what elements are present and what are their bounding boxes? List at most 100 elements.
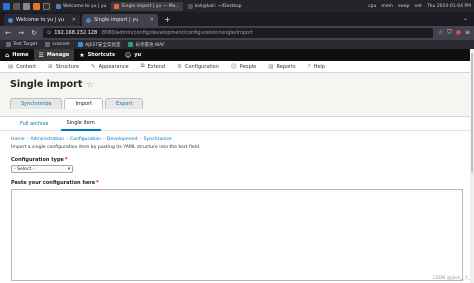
bookmark-icon <box>45 42 51 47</box>
tab-import[interactable]: Import <box>64 98 104 109</box>
bookmark-star-icon[interactable]: ☆ <box>438 29 443 37</box>
bookmark-icon <box>128 42 134 47</box>
subtab-full-archive[interactable]: Full archive <box>14 117 55 131</box>
breadcrumb-link[interactable]: Configuration <box>70 137 101 142</box>
shortcut-star-icon[interactable]: ☆ <box>86 80 93 89</box>
tab-export[interactable]: Export <box>105 98 144 109</box>
bookmark-label: 长亭雷池 WAF <box>135 42 165 48</box>
taskbar-item[interactable]: Welcome to yu | yu <box>53 2 109 11</box>
taskbar-app-icon <box>187 3 193 9</box>
subtab-single-item[interactable]: Single item <box>60 117 101 131</box>
admin-menu-item-label: Reports <box>276 63 296 70</box>
list-tabs-icon[interactable]: ⌄ <box>463 15 468 22</box>
config-type-selected-value: - Select - <box>14 166 35 172</box>
admin-menu-item-label: Extend <box>147 63 166 70</box>
tab-synchronize[interactable]: Synchronize <box>10 98 63 109</box>
taskbar-app-icon <box>56 3 61 9</box>
required-marker: * <box>64 157 68 163</box>
toolbar-item-label: Home <box>12 52 29 58</box>
bookmark-label: AJEST安全实验室 <box>85 42 121 48</box>
browser-tab-label: Welcome to yu | yu <box>16 17 65 23</box>
url-host: 192.168.232.128 <box>54 30 98 36</box>
toolbar-item-shortcuts[interactable]: ★ Shortcuts <box>74 49 120 61</box>
os-top-panel: Welcome to yu | yu Single import | yu — M… <box>0 0 474 12</box>
terminal-icon[interactable] <box>43 2 50 10</box>
new-tab-button[interactable]: + <box>160 14 175 26</box>
admin-menu-item-label: Structure <box>55 63 79 70</box>
breadcrumb-link[interactable]: Synchronize <box>144 137 172 142</box>
panel-indicator-net[interactable]: net <box>415 4 422 9</box>
breadcrumb-link[interactable]: Home <box>11 137 25 142</box>
close-tab-icon[interactable]: ✕ <box>150 17 154 23</box>
taskbar-app-icon <box>114 3 120 9</box>
paste-config-label: Paste your configuration here * <box>11 180 463 186</box>
forward-icon[interactable]: → <box>17 29 25 37</box>
browser-tab[interactable]: Single import | yu ✕ <box>82 14 158 26</box>
admin-menu-item-help[interactable]: ? Help <box>302 61 331 73</box>
bookmark-icon <box>78 42 84 47</box>
admin-menu-item-extend[interactable]: ⧉ Extend <box>135 61 171 73</box>
url-bar[interactable]: ⊙ 192.168.232.128:8080/admin/config/deve… <box>43 28 433 38</box>
secondary-tabs: Full archive Single item <box>0 117 474 131</box>
bookmark-item[interactable]: scanner <box>45 42 70 47</box>
admin-menu-item-content[interactable]: ▤ Content <box>2 61 42 73</box>
page-info-icon[interactable]: ⊙ <box>47 30 51 36</box>
panel-indicator-swap[interactable]: swap <box>398 4 410 9</box>
scrollbar-thumb[interactable] <box>471 53 473 173</box>
panel-indicator-cpu[interactable]: cpu <box>368 4 376 9</box>
page-scrollbar[interactable] <box>470 49 474 283</box>
taskbar-item[interactable]: kali@kali: ~/Desktop <box>185 2 245 11</box>
taskbar-item-label: kali@kali: ~/Desktop <box>194 3 242 9</box>
paste-config-textarea[interactable] <box>11 189 463 281</box>
app-menu-icon[interactable]: ≡ <box>465 29 470 37</box>
drupal-toolbar: ⌂ Home ☰ Manage ★ Shortcuts ☺ yu <box>0 49 474 61</box>
wrench-icon: ⚙ <box>177 63 182 70</box>
reload-icon[interactable]: ↻ <box>30 29 38 37</box>
files-icon[interactable] <box>23 2 30 10</box>
drupal-favicon-icon <box>86 17 91 23</box>
workspace-icon[interactable] <box>13 2 20 10</box>
browser-tab-label: Single import | yu <box>94 17 139 23</box>
toolbar-item-yu[interactable]: ☺ yu <box>120 49 146 61</box>
panel-clock[interactable]: Thu 2024-01-04 PM <box>427 4 471 9</box>
back-icon[interactable]: ← <box>4 29 12 37</box>
close-tab-icon[interactable]: ✕ <box>72 17 76 23</box>
admin-menu-item-label: People <box>239 63 257 70</box>
admin-menu-item-configuration[interactable]: ⚙ Configuration <box>171 61 225 73</box>
extend-icon: ⧉ <box>140 63 145 69</box>
toolbar-item-home[interactable]: ⌂ Home <box>0 49 34 61</box>
bookmark-item[interactable]: AJEST安全实验室 <box>78 42 120 48</box>
bookmark-label: scanner <box>52 42 71 47</box>
bookmarks-toolbar: Test Target scanner AJEST安全实验室 长亭雷池 WAF <box>0 40 474 49</box>
shield-icon[interactable]: ⛉ <box>447 29 452 37</box>
breadcrumb-link[interactable]: Administration <box>30 137 64 142</box>
admin-menu-item-structure[interactable]: ⊞ Structure <box>42 61 85 73</box>
appearance-icon: ✎ <box>90 63 96 70</box>
firefox-icon[interactable] <box>33 2 40 10</box>
admin-menu-item-people[interactable]: ☺ People <box>225 61 262 73</box>
navigation-bar: ← → ↻ ⊙ 192.168.232.128:8080/admin/confi… <box>0 26 474 40</box>
required-marker: * <box>96 180 99 186</box>
extension-icon[interactable]: ● <box>456 29 461 37</box>
toolbar-item-manage[interactable]: ☰ Manage <box>33 49 75 61</box>
panel-indicator-mem[interactable]: mem <box>381 4 393 9</box>
bookmark-item[interactable]: Test Target <box>6 42 37 47</box>
help-icon: ? <box>307 63 311 70</box>
toolbar-item-label: Shortcuts <box>87 52 115 58</box>
taskbar-item[interactable]: Single import | yu — Mo... <box>111 1 183 11</box>
config-type-label: Configuration type * <box>11 157 463 163</box>
bookmark-item[interactable]: 长亭雷池 WAF <box>128 42 165 48</box>
admin-menu: ▤ Content ⊞ Structure ✎ Appearance ⧉ Extend ⚙ Con… <box>0 61 474 73</box>
page-title-text: Single import <box>10 79 83 90</box>
app-menu-icon[interactable] <box>3 2 10 10</box>
config-type-select[interactable]: - Select - ▾ <box>11 165 73 173</box>
config-type-label-text: Configuration type <box>11 157 64 163</box>
admin-menu-item-appearance[interactable]: ✎ Appearance <box>85 61 135 73</box>
admin-menu-item-reports[interactable]: ▥ Reports <box>262 61 301 73</box>
primary-tabs: Synchronize Import Export <box>10 98 464 109</box>
browser-tab[interactable]: Welcome to yu | yu ✕ <box>4 14 80 26</box>
admin-menu-item-label: Configuration <box>184 63 219 70</box>
breadcrumb-link[interactable]: Development <box>107 137 138 142</box>
admin-menu-item-label: Help <box>313 63 325 70</box>
taskbar-item-label: Single import | yu — Mo... <box>121 3 180 9</box>
